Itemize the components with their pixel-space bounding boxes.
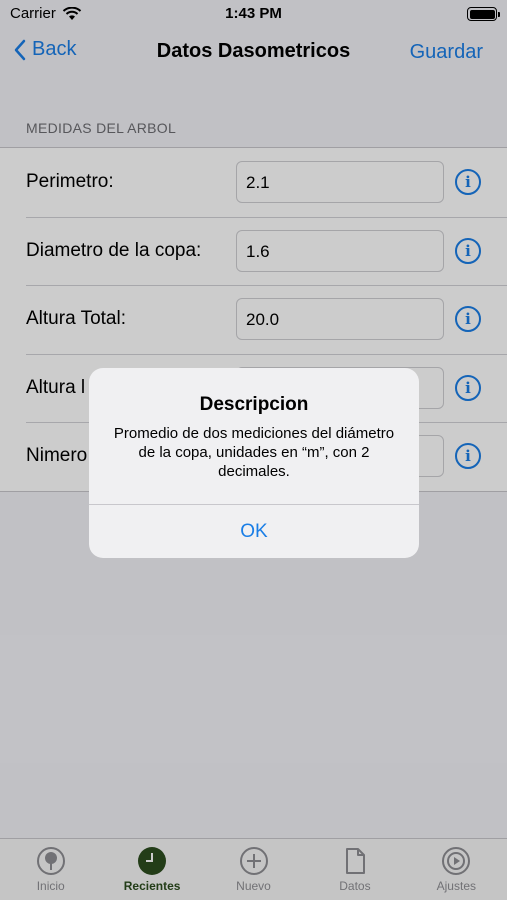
description-alert: Descripcion Promedio de dos mediciones d… (89, 368, 419, 558)
alert-title: Descripcion (199, 394, 309, 415)
ok-button[interactable]: OK (89, 504, 419, 558)
alert-message: Promedio de dos mediciones del diámetro … (113, 425, 395, 480)
